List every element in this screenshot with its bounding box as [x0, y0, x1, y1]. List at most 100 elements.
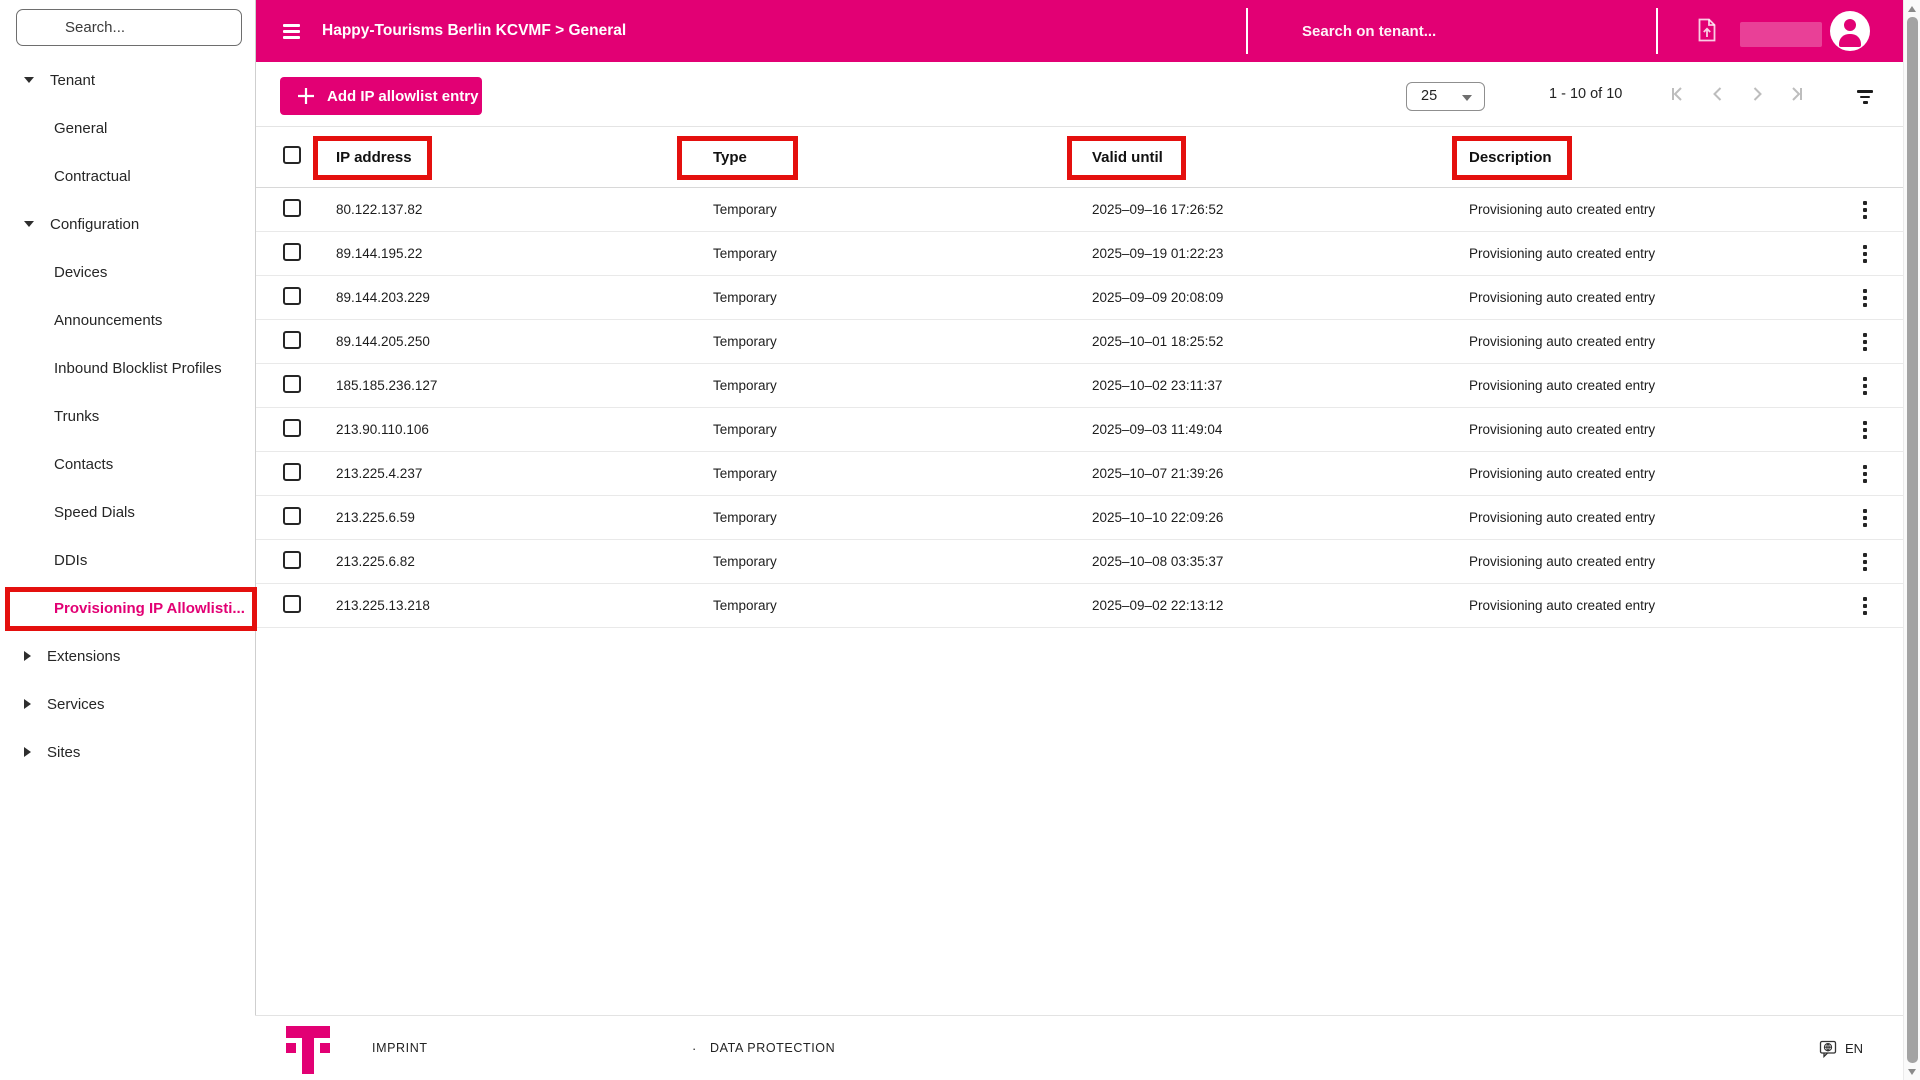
globe-chat-icon [1819, 1040, 1837, 1058]
imprint-link[interactable]: IMPRINT [372, 1016, 428, 1080]
upload-file-icon[interactable] [1695, 17, 1719, 43]
row-checkbox[interactable] [283, 199, 301, 217]
topbar-divider [1246, 8, 1248, 54]
cell-description: Provisioning auto created entry [1469, 408, 1655, 452]
sidebar-item-label: Speed Dials [54, 504, 135, 521]
kebab-menu-icon[interactable] [1859, 333, 1871, 351]
page-size-select[interactable]: 25 [1406, 82, 1485, 111]
cell-ip-address: 89.144.203.229 [336, 276, 430, 320]
sidebar-item-label: Trunks [54, 408, 99, 425]
row-checkbox[interactable] [283, 419, 301, 437]
row-checkbox[interactable] [283, 375, 301, 393]
cell-valid-until: 2025–09–03 11:49:04 [1092, 408, 1222, 452]
sidebar-nav: Tenant General Contractual Configuration… [0, 56, 255, 776]
cell-valid-until: 2025–10–10 22:09:26 [1092, 496, 1223, 540]
cell-valid-until: 2025–10–01 18:25:52 [1092, 320, 1223, 364]
sidebar-item-label: Tenant [50, 72, 95, 89]
first-page-icon[interactable] [1668, 84, 1688, 104]
previous-page-icon[interactable] [1708, 84, 1728, 104]
kebab-menu-icon[interactable] [1859, 377, 1871, 395]
sidebar-item-label: Contacts [54, 456, 113, 473]
scrollbar-thumb[interactable] [1907, 17, 1918, 1063]
column-header-type[interactable]: Type [713, 127, 747, 188]
next-page-icon[interactable] [1747, 84, 1767, 104]
language-switcher[interactable]: EN [1819, 1016, 1863, 1080]
kebab-menu-icon[interactable] [1859, 289, 1871, 307]
kebab-menu-icon[interactable] [1859, 245, 1871, 263]
add-ip-allowlist-entry-button[interactable]: Add IP allowlist entry [280, 77, 482, 115]
data-protection-link[interactable]: DATA PROTECTION [710, 1016, 835, 1080]
sidebar-search-input[interactable] [16, 9, 242, 46]
table-row: 80.122.137.82 Temporary 2025–09–16 17:26… [256, 188, 1903, 232]
sidebar-item-sites[interactable]: Sites [0, 728, 255, 776]
select-all-checkbox[interactable] [283, 146, 301, 164]
chevron-down-icon [1462, 95, 1472, 101]
sidebar-item-label: Configuration [50, 216, 139, 233]
cell-description: Provisioning auto created entry [1469, 452, 1655, 496]
row-checkbox[interactable] [283, 243, 301, 261]
language-label: EN [1845, 1041, 1863, 1056]
sidebar-item-configuration[interactable]: Configuration [0, 200, 255, 248]
row-checkbox[interactable] [283, 595, 301, 613]
kebab-menu-icon[interactable] [1859, 597, 1871, 615]
last-page-icon[interactable] [1786, 84, 1806, 104]
cell-valid-until: 2025–09–02 22:13:12 [1092, 584, 1223, 628]
tenant-search-input[interactable] [1266, 14, 1646, 48]
table-row: 213.90.110.106 Temporary 2025–09–03 11:4… [256, 408, 1903, 452]
collapse-triangle-icon [24, 699, 31, 709]
table-row: 89.144.205.250 Temporary 2025–10–01 18:2… [256, 320, 1903, 364]
sidebar-item-contacts[interactable]: Contacts [0, 440, 255, 488]
sidebar-item-devices[interactable]: Devices [0, 248, 255, 296]
sidebar-item-contractual[interactable]: Contractual [0, 152, 255, 200]
hamburger-menu-icon[interactable] [283, 24, 300, 42]
sidebar-item-label: Announcements [54, 312, 162, 329]
sidebar-item-trunks[interactable]: Trunks [0, 392, 255, 440]
footer: IMPRINT · DATA PROTECTION EN [255, 1015, 1903, 1080]
row-checkbox[interactable] [283, 551, 301, 569]
sidebar-item-extensions[interactable]: Extensions [0, 632, 255, 680]
sidebar-item-provisioning-ip-allowlisting[interactable]: Provisioning IP Allowlisti... [0, 584, 255, 632]
table-row: 89.144.203.229 Temporary 2025–09–09 20:0… [256, 276, 1903, 320]
sidebar-item-tenant[interactable]: Tenant [0, 56, 255, 104]
kebab-menu-icon[interactable] [1859, 201, 1871, 219]
topbar: Happy-Tourisms Berlin KCVMF > General [256, 0, 1903, 62]
cell-valid-until: 2025–09–09 20:08:09 [1092, 276, 1223, 320]
vertical-scrollbar[interactable] [1903, 0, 1920, 1080]
row-checkbox[interactable] [283, 287, 301, 305]
footer-separator: · [692, 1016, 696, 1080]
scrollbar-up-arrow-icon[interactable] [1908, 6, 1916, 12]
row-checkbox[interactable] [283, 507, 301, 525]
row-checkbox[interactable] [283, 463, 301, 481]
column-header-description[interactable]: Description [1469, 127, 1552, 188]
cell-type: Temporary [713, 188, 777, 232]
table-header: IP address Type Valid until Description [256, 127, 1903, 188]
sidebar-item-announcements[interactable]: Announcements [0, 296, 255, 344]
row-checkbox[interactable] [283, 331, 301, 349]
plus-icon [297, 87, 315, 105]
column-header-valid-until[interactable]: Valid until [1092, 127, 1163, 188]
cell-type: Temporary [713, 232, 777, 276]
filter-icon[interactable] [1857, 90, 1873, 107]
cell-type: Temporary [713, 364, 777, 408]
sidebar: Tenant General Contractual Configuration… [0, 0, 256, 1015]
scrollbar-down-arrow-icon[interactable] [1908, 1069, 1916, 1075]
kebab-menu-icon[interactable] [1859, 509, 1871, 527]
sidebar-item-services[interactable]: Services [0, 680, 255, 728]
kebab-menu-icon[interactable] [1859, 553, 1871, 571]
sidebar-item-speed-dials[interactable]: Speed Dials [0, 488, 255, 536]
sidebar-item-label: Services [47, 696, 105, 713]
table-row: 213.225.6.59 Temporary 2025–10–10 22:09:… [256, 496, 1903, 540]
cell-description: Provisioning auto created entry [1469, 320, 1655, 364]
user-chip[interactable] [1740, 22, 1822, 47]
sidebar-item-general[interactable]: General [0, 104, 255, 152]
avatar[interactable] [1830, 11, 1870, 51]
kebab-menu-icon[interactable] [1859, 421, 1871, 439]
column-header-ip-address[interactable]: IP address [336, 127, 412, 188]
sidebar-item-inbound-blocklist-profiles[interactable]: Inbound Blocklist Profiles [0, 344, 255, 392]
kebab-menu-icon[interactable] [1859, 465, 1871, 483]
avatar-person-icon [1844, 19, 1856, 31]
cell-ip-address: 213.225.6.82 [336, 540, 415, 584]
cell-ip-address: 213.90.110.106 [336, 408, 429, 452]
sidebar-item-ddis[interactable]: DDIs [0, 536, 255, 584]
breadcrumb[interactable]: Happy-Tourisms Berlin KCVMF > General [322, 0, 626, 62]
